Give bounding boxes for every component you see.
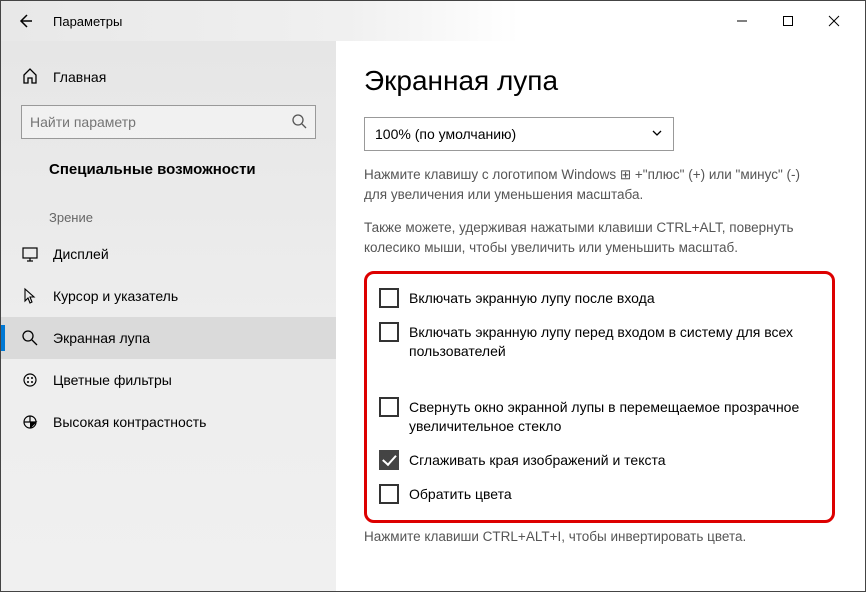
nav-list: Дисплей Курсор и указатель Экранная лупа… [1, 233, 336, 443]
main-panel: Экранная лупа 100% (по умолчанию) Нажмит… [336, 41, 865, 591]
nav-label: Дисплей [53, 246, 109, 262]
checkbox-label: Включать экранную лупу перед входом в си… [409, 322, 820, 361]
maximize-icon [782, 15, 794, 27]
checkbox [379, 288, 399, 308]
display-icon [21, 245, 39, 263]
contrast-icon [21, 413, 39, 431]
arrow-left-icon [17, 13, 33, 29]
nav-label: Высокая контрастность [53, 414, 206, 430]
sidebar: Главная Специальные возможности Зрение Д… [1, 41, 336, 591]
checkbox [379, 322, 399, 342]
home-icon [21, 67, 39, 88]
checkbox [379, 397, 399, 417]
color-filters-icon [21, 371, 39, 389]
zoom-select-label: 100% (по умолчанию) [375, 126, 651, 142]
home-nav[interactable]: Главная [1, 61, 336, 93]
checkbox-start-before-signin[interactable]: Включать экранную лупу перед входом в си… [379, 322, 820, 361]
checkbox-collapse-lens[interactable]: Свернуть окно экранной лупы в перемещаем… [379, 397, 820, 436]
maximize-button[interactable] [765, 5, 811, 37]
checkbox-start-after-signin[interactable]: Включать экранную лупу после входа [379, 288, 820, 308]
search-container [1, 93, 336, 151]
checkbox-label: Свернуть окно экранной лупы в перемещаем… [409, 397, 820, 436]
close-icon [828, 15, 840, 27]
zoom-hint-1: Нажмите клавишу с логотипом Windows ⊞ +"… [364, 165, 824, 204]
search-box[interactable] [21, 105, 316, 139]
cursor-icon [21, 287, 39, 305]
checkbox [379, 484, 399, 504]
settings-window: Параметры Главная Специальные возможност… [0, 0, 866, 592]
nav-item-color-filters[interactable]: Цветные фильтры [1, 359, 336, 401]
chevron-down-icon [651, 126, 663, 142]
highlighted-options: Включать экранную лупу после входа Включ… [364, 271, 835, 523]
nav-label: Цветные фильтры [53, 372, 172, 388]
checkbox-label: Обратить цвета [409, 484, 512, 504]
invert-hint: Нажмите клавиши CTRL+ALT+I, чтобы инверт… [364, 529, 835, 544]
minimize-button[interactable] [719, 5, 765, 37]
page-title: Экранная лупа [364, 65, 835, 97]
nav-label: Экранная лупа [53, 330, 150, 346]
back-button[interactable] [9, 5, 41, 37]
section-title: Специальные возможности [1, 151, 336, 192]
titlebar: Параметры [1, 1, 865, 41]
zoom-hint-2: Также можете, удерживая нажатыми клавиши… [364, 218, 824, 257]
zoom-select[interactable]: 100% (по умолчанию) [364, 117, 674, 151]
window-title: Параметры [53, 14, 122, 29]
window-controls [719, 5, 857, 37]
checkbox-label: Включать экранную лупу после входа [409, 288, 655, 308]
magnifier-icon [21, 329, 39, 347]
group-title: Зрение [1, 192, 336, 233]
checkbox-label: Сглаживать края изображений и текста [409, 450, 666, 470]
nav-item-high-contrast[interactable]: Высокая контрастность [1, 401, 336, 443]
nav-item-display[interactable]: Дисплей [1, 233, 336, 275]
close-button[interactable] [811, 5, 857, 37]
checkbox [379, 450, 399, 470]
minimize-icon [736, 15, 748, 27]
content-area: Главная Специальные возможности Зрение Д… [1, 41, 865, 591]
checkbox-smooth-edges[interactable]: Сглаживать края изображений и текста [379, 450, 820, 470]
search-icon [291, 113, 307, 132]
checkbox-invert-colors[interactable]: Обратить цвета [379, 484, 820, 504]
nav-label: Курсор и указатель [53, 288, 178, 304]
nav-item-cursor[interactable]: Курсор и указатель [1, 275, 336, 317]
home-label: Главная [53, 69, 106, 85]
nav-item-magnifier[interactable]: Экранная лупа [1, 317, 336, 359]
search-input[interactable] [30, 114, 291, 130]
